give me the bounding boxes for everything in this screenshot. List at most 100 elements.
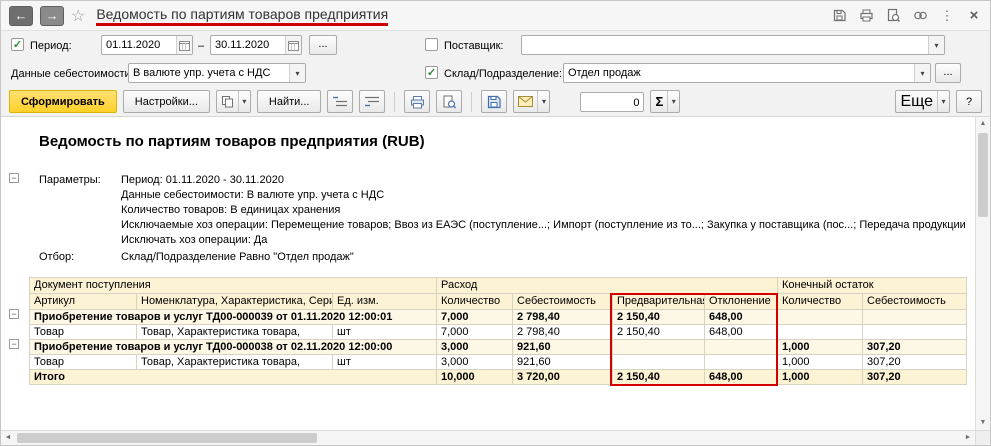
forward-button[interactable]: →	[40, 5, 64, 26]
horizontal-scrollbar[interactable]: ◄ ►	[1, 430, 975, 445]
help-button[interactable]: ?	[956, 90, 982, 113]
print-button[interactable]	[404, 90, 431, 113]
table-cell[interactable]: шт	[332, 324, 437, 340]
period-from-field[interactable]	[101, 35, 193, 55]
table-cell[interactable]: Товар	[29, 324, 137, 340]
print-preview-button[interactable]	[436, 90, 463, 113]
sigma-icon[interactable]: Σ	[651, 91, 667, 112]
table-row-total[interactable]: Итого 10,000 3 720,00 2 150,40 648,00 1,000 30…	[29, 369, 968, 385]
supplier-input[interactable]	[522, 36, 928, 54]
chevron-down-icon[interactable]: ▾	[537, 91, 549, 112]
table-cell-number[interactable]: 7,000	[436, 324, 513, 340]
table-cell-number[interactable]	[612, 354, 705, 370]
collapse-group-button[interactable]: −	[9, 309, 19, 319]
period-more-button[interactable]: ...	[309, 35, 337, 55]
table-cell-number[interactable]: 7,000	[436, 309, 513, 325]
horizontal-scroll-thumb[interactable]	[17, 433, 317, 443]
table-cell-number[interactable]: 921,60	[512, 354, 613, 370]
copy-split-button[interactable]: ▾	[215, 90, 251, 113]
column-header[interactable]: Количество	[436, 293, 513, 310]
favorite-star-icon[interactable]: ☆	[71, 6, 85, 26]
warehouse-checkbox[interactable]: ✓	[425, 66, 438, 79]
table-cell-number[interactable]	[862, 309, 968, 325]
scroll-down-arrow[interactable]: ▼	[976, 416, 990, 430]
chevron-down-icon[interactable]: ▾	[928, 36, 944, 54]
table-cell-number[interactable]	[862, 324, 968, 340]
table-cell-number[interactable]: 1,000	[777, 369, 864, 385]
cost-data-combo[interactable]: ▾	[128, 63, 306, 83]
chevron-down-icon[interactable]: ▾	[937, 91, 949, 112]
save-report-button[interactable]	[481, 90, 508, 113]
mail-icon[interactable]	[514, 91, 537, 112]
more-button[interactable]: Еще ▾	[895, 90, 950, 113]
more-label[interactable]: Еще	[896, 91, 937, 112]
settings-button[interactable]: Настройки...	[122, 90, 210, 113]
table-cell-number[interactable]: 2 150,40	[612, 369, 705, 385]
column-header[interactable]: Себестоимость	[512, 293, 613, 310]
find-button[interactable]: Найти...	[256, 90, 322, 113]
calendar-icon[interactable]	[176, 36, 192, 54]
table-cell-number[interactable]	[703, 339, 779, 355]
period-to-field[interactable]	[210, 35, 302, 55]
table-cell-number[interactable]	[777, 309, 864, 325]
cost-data-input[interactable]	[129, 64, 289, 82]
table-cell-number[interactable]: 2 150,40	[612, 324, 705, 340]
column-group-header[interactable]: Документ поступления	[29, 277, 437, 294]
warehouse-input[interactable]	[564, 64, 914, 82]
table-cell-number[interactable]: 648,00	[703, 324, 779, 340]
table-row-detail[interactable]: Товар Товар, Характеристика товара, шт 3,00…	[29, 354, 968, 370]
chevron-down-icon[interactable]: ▾	[914, 64, 930, 82]
preview-icon[interactable]	[885, 8, 901, 24]
save-icon[interactable]	[831, 8, 847, 24]
scroll-right-arrow[interactable]: ►	[961, 431, 975, 445]
table-cell-number[interactable]: 1,000	[777, 339, 864, 355]
print-icon[interactable]	[858, 8, 874, 24]
table-cell[interactable]: Товар	[29, 354, 137, 370]
scroll-left-arrow[interactable]: ◄	[1, 431, 15, 445]
table-cell-number[interactable]: 10,000	[436, 369, 513, 385]
column-group-header[interactable]: Конечный остаток	[777, 277, 968, 294]
table-cell-number[interactable]: 307,20	[862, 369, 968, 385]
table-cell-number[interactable]: 307,20	[862, 339, 968, 355]
table-cell-label[interactable]: Итого	[29, 369, 437, 385]
column-header[interactable]: Номенклатура, Характеристика, Серия	[136, 293, 333, 310]
table-cell-number[interactable]: 3,000	[436, 339, 513, 355]
table-cell-number[interactable]: 2 150,40	[612, 309, 705, 325]
copy-icon[interactable]	[217, 91, 238, 112]
supplier-checkbox[interactable]	[425, 38, 438, 51]
column-header[interactable]: Ед. изм.	[332, 293, 437, 310]
chevron-down-icon[interactable]: ▾	[667, 91, 679, 112]
table-cell-number[interactable]: 2 798,40	[512, 324, 613, 340]
counter-field[interactable]	[580, 91, 645, 112]
column-header[interactable]: Отклонение	[703, 293, 779, 310]
period-checkbox[interactable]: ✓	[11, 38, 24, 51]
counter-input[interactable]	[581, 93, 644, 112]
vertical-scrollbar[interactable]: ▲ ▼	[975, 117, 990, 430]
table-cell-number[interactable]: 1,000	[777, 354, 864, 370]
vertical-scroll-thumb[interactable]	[978, 133, 988, 217]
table-row-group[interactable]: Приобретение товаров и услуг ТД00-000038…	[29, 339, 968, 355]
column-header[interactable]: Предварительная	[612, 293, 705, 310]
table-cell-number[interactable]	[612, 339, 705, 355]
sum-split-button[interactable]: Σ ▾	[650, 90, 681, 113]
period-to-input[interactable]	[211, 36, 285, 54]
chevron-down-icon[interactable]: ▾	[289, 64, 305, 82]
table-cell[interactable]: Товар, Характеристика товара,	[136, 324, 333, 340]
chevron-down-icon[interactable]: ▾	[237, 91, 250, 112]
column-header[interactable]: Себестоимость	[862, 293, 968, 310]
table-cell-label[interactable]: Приобретение товаров и услуг ТД00-000039…	[29, 309, 437, 325]
table-cell-number[interactable]: 921,60	[512, 339, 613, 355]
warehouse-combo[interactable]: ▾	[563, 63, 931, 83]
scroll-up-arrow[interactable]: ▲	[976, 117, 990, 131]
period-from-input[interactable]	[102, 36, 176, 54]
table-cell[interactable]: Товар, Характеристика товара,	[136, 354, 333, 370]
expand-levels-button[interactable]	[359, 90, 386, 113]
kebab-menu-icon[interactable]: ⋮	[939, 8, 955, 24]
table-row-detail[interactable]: Товар Товар, Характеристика товара, шт 7,00…	[29, 324, 968, 340]
close-icon[interactable]: ×	[966, 7, 982, 24]
table-cell-number[interactable]: 3,000	[436, 354, 513, 370]
table-cell-label[interactable]: Приобретение товаров и услуг ТД00-000038…	[29, 339, 437, 355]
table-cell-number[interactable]: 307,20	[862, 354, 968, 370]
column-group-header[interactable]: Расход	[435, 277, 779, 294]
calendar-icon[interactable]	[285, 36, 301, 54]
